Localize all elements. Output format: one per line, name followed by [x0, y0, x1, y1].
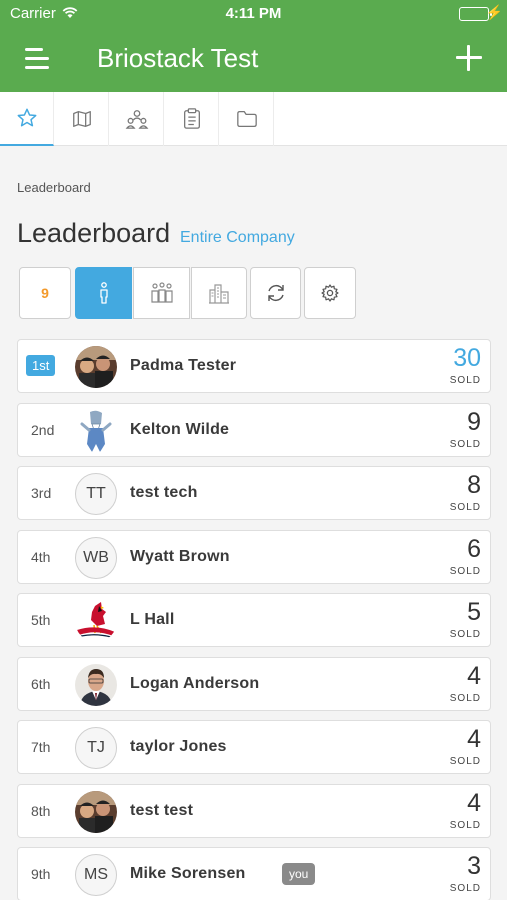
settings-button[interactable]: [304, 267, 356, 319]
app-title: Briostack Test: [97, 43, 259, 73]
count-badge: 9: [41, 285, 49, 301]
charging-icon: ⚡: [485, 4, 503, 20]
status-bar: Carrier 4:11 PM ⚡: [0, 0, 507, 28]
leaderboard-row[interactable]: 6th Logan Anderson 4 SOLD: [17, 657, 491, 711]
leaderboard-row[interactable]: 4th WB Wyatt Brown 6 SOLD: [17, 530, 491, 584]
tab-clipboard[interactable]: [165, 92, 219, 146]
sold-count: 30: [453, 344, 481, 372]
rank-badge: 1st: [26, 355, 56, 376]
rank-label: 3rd: [31, 485, 52, 501]
tab-team[interactable]: [110, 92, 164, 146]
employee-name: test test: [130, 802, 194, 819]
battery-icon: [459, 7, 492, 21]
sold-count: 9: [467, 408, 481, 436]
sold-count: 4: [467, 662, 481, 690]
rank-label: 2nd: [31, 422, 55, 438]
employee-name: Padma Tester: [130, 357, 237, 374]
employee-name: Logan Anderson: [130, 675, 260, 692]
hamburger-menu-icon[interactable]: [25, 46, 51, 72]
team-icon: [125, 110, 148, 129]
group-icon: [150, 282, 173, 303]
employee-name: Wyatt Brown: [130, 548, 230, 565]
sold-label: SOLD: [449, 439, 481, 450]
employee-name: Mike Sorensen: [130, 865, 246, 882]
sold-label: SOLD: [449, 375, 481, 386]
refresh-icon: [267, 284, 284, 302]
tab-files[interactable]: [220, 92, 274, 146]
sold-label: SOLD: [449, 820, 481, 831]
sold-count: 4: [467, 789, 481, 817]
rank-label: 8th: [31, 803, 51, 819]
sold-count: 3: [467, 852, 481, 880]
employee-name: Kelton Wilde: [130, 421, 230, 438]
avatar: [75, 791, 117, 833]
rank-label: 9th: [31, 866, 51, 882]
sold-label: SOLD: [449, 693, 481, 704]
leaderboard-row[interactable]: 5th L Hall 5 SOLD: [17, 593, 491, 647]
rank-label: 4th: [31, 549, 51, 565]
leaderboard-row[interactable]: 2nd Kelton Wilde 9 SOLD: [17, 403, 491, 457]
sold-count: 4: [467, 725, 481, 753]
map-icon: [72, 111, 91, 127]
sold-count: 6: [467, 535, 481, 563]
employee-name: test tech: [130, 484, 198, 501]
app-header: Briostack Test: [0, 28, 507, 92]
sold-label: SOLD: [449, 502, 481, 513]
leaderboard-row[interactable]: 1st Padma Tester 30 SOLD: [17, 339, 491, 393]
leaderboard-row[interactable]: 8th test test 4 SOLD: [17, 784, 491, 838]
filter-count-button[interactable]: 9: [19, 267, 71, 319]
filter-office-button[interactable]: [191, 267, 247, 319]
employee-name: L Hall: [130, 611, 175, 628]
avatar: [75, 664, 117, 706]
rank-label: 6th: [31, 676, 51, 692]
page-title: Leaderboard: [17, 218, 171, 248]
avatar-initials: TJ: [75, 727, 117, 769]
tab-leaderboard[interactable]: [0, 92, 54, 146]
individual-icon: [99, 282, 108, 304]
sold-count: 5: [467, 598, 481, 626]
star-icon: [17, 108, 36, 127]
employee-name: taylor Jones: [130, 738, 227, 755]
gear-icon: [321, 284, 339, 302]
you-badge: you: [282, 863, 316, 885]
leaderboard-row-current-user[interactable]: 9th MS Mike Sorensen you 3 SOLD: [17, 847, 491, 900]
sold-label: SOLD: [449, 883, 481, 894]
sold-label: SOLD: [449, 629, 481, 640]
leaderboard-row[interactable]: 3rd TT test tech 8 SOLD: [17, 466, 491, 520]
filter-individual-button[interactable]: [75, 267, 132, 319]
folder-icon: [236, 111, 257, 127]
buildings-icon: [209, 284, 229, 304]
clock: 4:11 PM: [225, 5, 282, 22]
avatar-initials: MS: [75, 854, 117, 896]
rank-label: 7th: [31, 739, 51, 755]
leaderboard-row[interactable]: 7th TJ taylor Jones 4 SOLD: [17, 720, 491, 774]
scope-selector-link[interactable]: Entire Company: [180, 229, 295, 247]
sold-label: SOLD: [449, 566, 481, 577]
sold-label: SOLD: [449, 756, 481, 767]
filter-group-button[interactable]: [133, 267, 190, 319]
breadcrumb: Leaderboard: [17, 180, 91, 195]
section-tab-bar: [0, 92, 507, 146]
avatar: [75, 410, 117, 452]
rank-label: 5th: [31, 612, 51, 628]
tab-map[interactable]: [55, 92, 109, 146]
avatar-initials: WB: [75, 537, 117, 579]
sold-count: 8: [467, 471, 481, 499]
avatar: [75, 346, 117, 388]
clipboard-icon: [183, 108, 200, 129]
add-button[interactable]: [456, 45, 482, 71]
avatar-initials: TT: [75, 473, 117, 515]
refresh-button[interactable]: [250, 267, 301, 319]
avatar: [75, 600, 117, 642]
